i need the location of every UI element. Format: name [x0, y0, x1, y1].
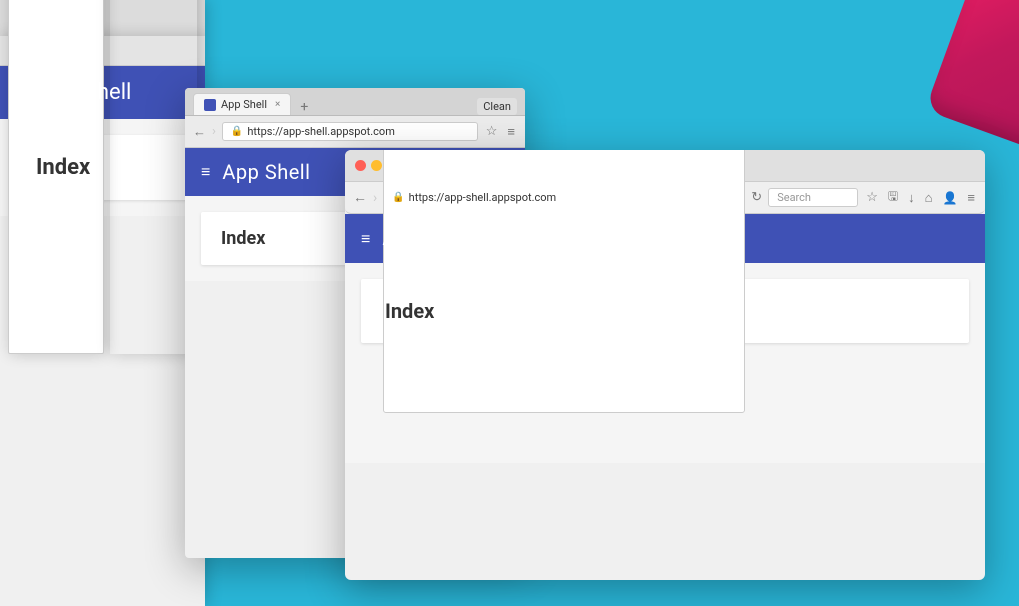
win2-tab-bar: App Shell × + Clean — [185, 88, 525, 116]
win3-save-icon[interactable]: 🖫 — [886, 187, 900, 208]
win3-search-placeholder: Search — [777, 191, 811, 204]
win2-url-text: https://app-shell.appspot.com — [247, 125, 395, 138]
win3-download-icon[interactable]: ↓ — [906, 190, 917, 206]
win3-home-icon[interactable]: ⌂ — [923, 190, 935, 206]
win1-index-label: Index — [36, 155, 90, 180]
win2-clean-button[interactable]: Clean — [477, 98, 517, 115]
win3-url-bar-row: ← › 🔒 https://app-shell.appspot.com ↻ Se… — [345, 182, 985, 214]
browser-window-1: ‹ › app-shell.appspot.com ↻ ≡ App Shell … — [0, 0, 205, 606]
win3-lock-icon: 🔒 — [392, 192, 404, 203]
win3-url-text: https://app-shell.appspot.com — [409, 191, 557, 204]
win3-index-label: Index — [385, 299, 434, 323]
win2-url-bar[interactable]: 🔒 https://app-shell.appspot.com — [222, 122, 478, 141]
win2-url-bar-row: ← › 🔒 https://app-shell.appspot.com ☆ ≡ — [185, 116, 525, 148]
win2-tab-favicon — [204, 99, 216, 111]
win3-app-title: App Shell — [382, 226, 479, 251]
win3-forward-button[interactable]: › — [373, 190, 377, 206]
win2-forward-button[interactable]: › — [212, 124, 216, 139]
win1-app-title: App Shell — [39, 80, 131, 105]
win1-addr-bar: app-shell.appspot.com ↻ — [0, 36, 205, 66]
win3-star-icon[interactable]: ☆ — [864, 190, 880, 205]
win2-tab-close[interactable]: × — [275, 99, 280, 110]
win3-minimize-button[interactable] — [371, 160, 382, 171]
win3-menu-icon[interactable]: ≡ — [965, 190, 977, 206]
browser-window-3: App Shell × + ← › 🔒 https://app-shell.ap… — [345, 150, 985, 580]
win3-reader-icon[interactable]: 👤 — [940, 191, 959, 205]
win3-url-bar[interactable]: 🔒 https://app-shell.appspot.com — [383, 150, 745, 413]
win2-index-label: Index — [221, 228, 265, 249]
win2-menu-icon[interactable]: ≡ — [505, 124, 517, 140]
win1-reload-icon[interactable]: ↻ — [110, 0, 197, 354]
win2-new-tab-button[interactable]: + — [296, 99, 312, 115]
win2-app-title: App Shell — [222, 160, 310, 184]
win3-close-button[interactable] — [355, 160, 366, 171]
win3-back-button[interactable]: ← — [353, 189, 367, 206]
win2-tab[interactable]: App Shell × — [193, 93, 291, 115]
decorative-shape — [909, 0, 1019, 160]
win2-lock-icon: 🔒 — [231, 126, 243, 137]
win2-star-icon[interactable]: ☆ — [484, 124, 500, 139]
win2-back-button[interactable]: ← — [193, 124, 206, 140]
win3-hamburger-icon[interactable]: ≡ — [361, 229, 370, 249]
win3-search-box[interactable]: Search — [768, 188, 858, 207]
win3-reload-icon[interactable]: ↻ — [751, 190, 762, 205]
win1-hamburger-icon[interactable]: ≡ — [16, 83, 25, 103]
win2-hamburger-icon[interactable]: ≡ — [201, 162, 210, 182]
win2-tab-label: App Shell — [221, 98, 267, 111]
